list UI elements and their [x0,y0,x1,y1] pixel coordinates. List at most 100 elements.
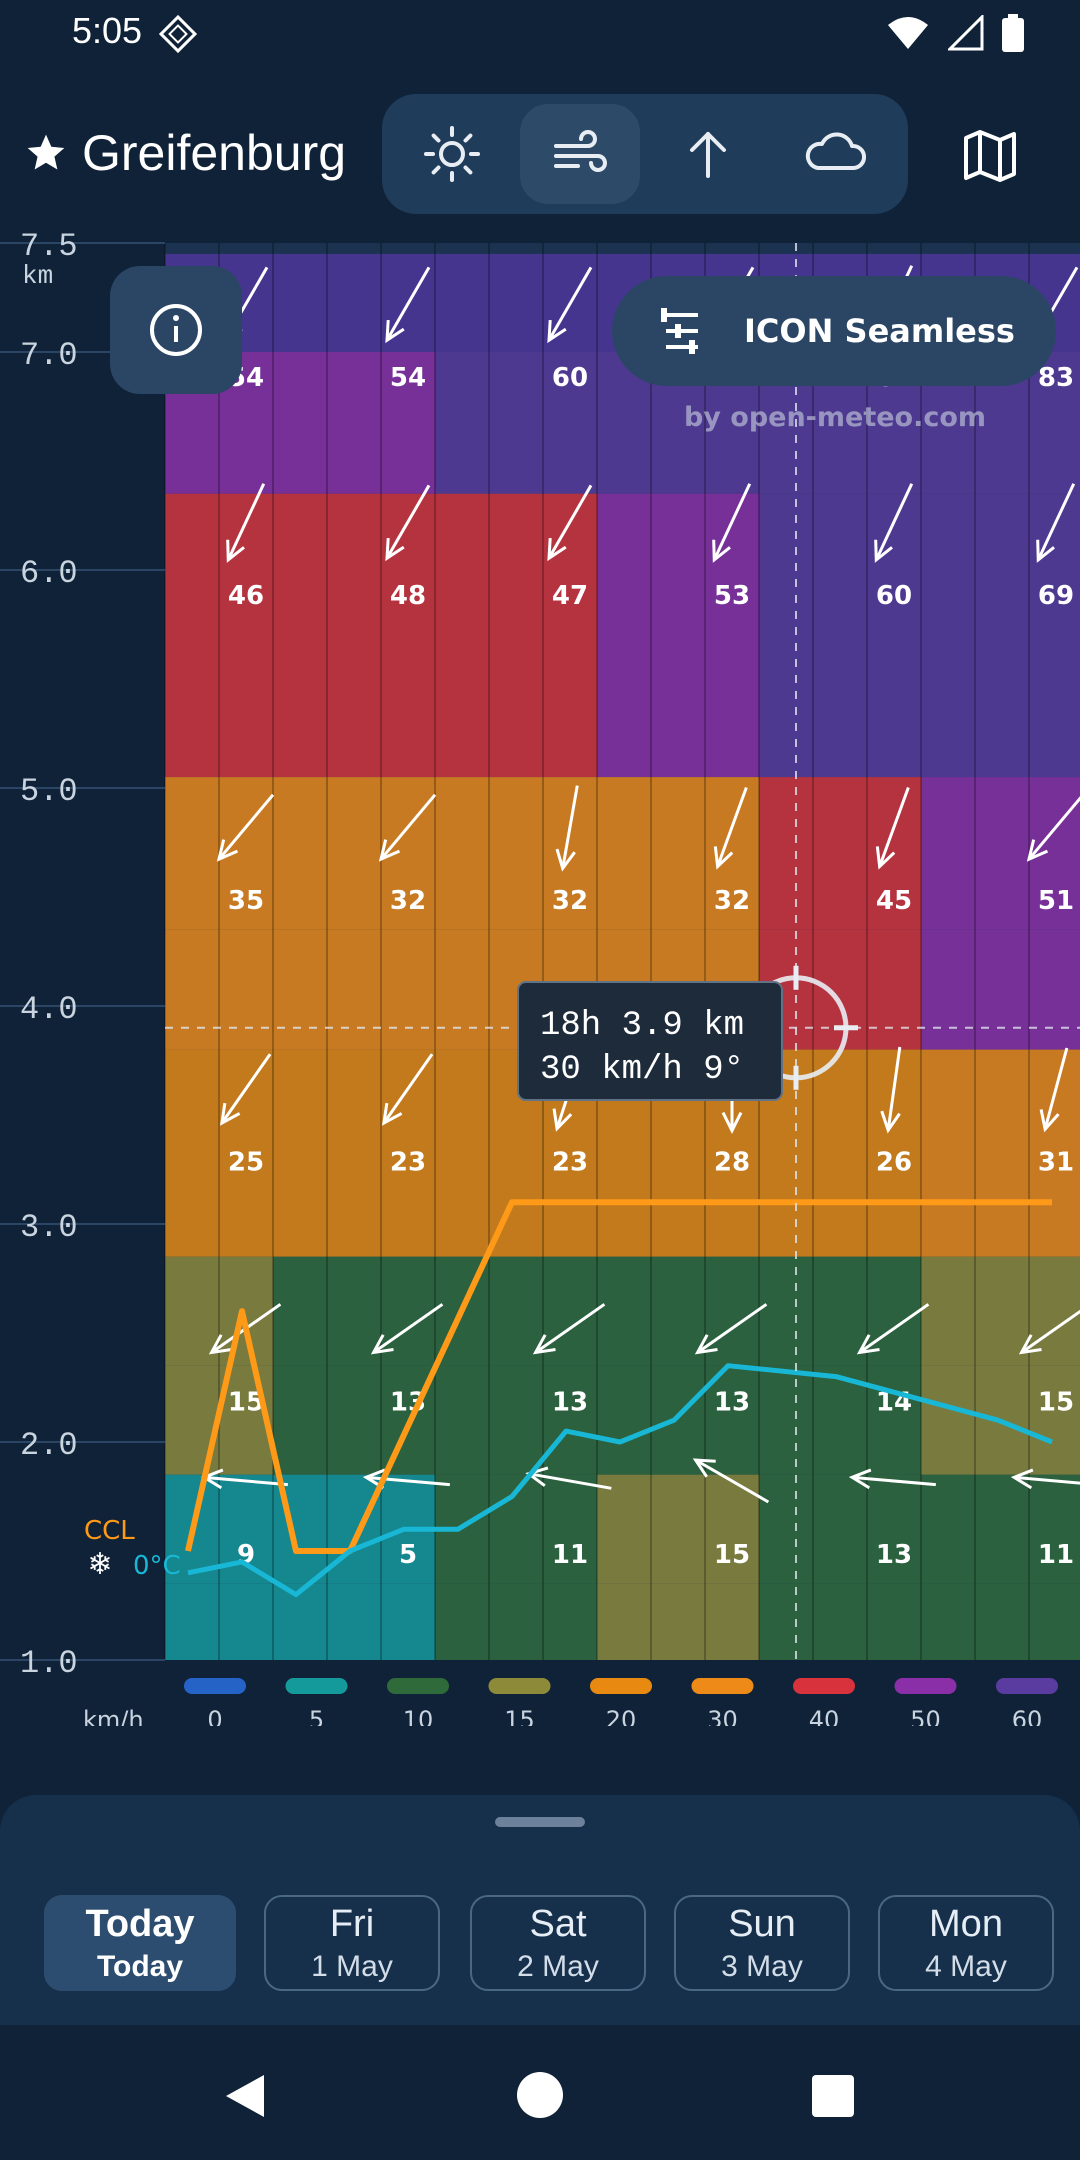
location-name: Greifenburg [82,125,347,181]
signal-icon [948,15,984,51]
heatmap-cell [273,1169,435,1257]
mode-wind-button[interactable] [520,104,640,204]
sun-icon [424,126,480,182]
heatmap-cell [435,1169,597,1257]
heatmap-cell [921,1256,1080,1366]
day-tab-date: 1 May [311,1950,393,1983]
wind-speed-label: 15 [1038,1387,1074,1417]
legend-label: 0 [207,1706,222,1726]
day-tab-sat[interactable]: Sat 2 May [470,1895,646,1991]
day-selector-sheet: Today Today Fri 1 May Sat 2 May Sun 3 May Mon 4 M… [0,1795,1080,2025]
location-selector[interactable]: Greifenburg [24,124,346,182]
wind-speed-label: 54 [390,363,426,393]
mode-sun-button[interactable] [392,104,512,204]
legend-label: 5 [309,1706,324,1726]
legend-label: 50 [910,1706,941,1726]
legend-label: 20 [606,1706,637,1726]
status-time: 5:05 [72,10,143,51]
sheet-handle[interactable] [495,1817,585,1827]
legend-label: 10 [403,1706,434,1726]
heatmap-cell [597,1583,759,1660]
day-tab-date: 2 May [517,1950,599,1983]
notification-icon [158,14,198,54]
wind-speed-label: 32 [552,886,588,916]
heatmap-cell [921,1583,1080,1660]
wind-speed-label: 48 [390,581,426,611]
wind-speed-label: 26 [876,1148,912,1178]
y-tick-label: 4.0 [20,991,78,1028]
wind-speed-label: 23 [390,1148,426,1178]
attribution-text: by open-meteo.com [684,402,986,433]
heatmap-cell [759,1256,921,1366]
legend-swatch [387,1678,449,1694]
map-button[interactable] [950,116,1030,196]
recents-icon[interactable] [812,2075,854,2117]
tooltip-line-2: 30 km/h 9° [540,1051,744,1089]
wind-speed-label: 45 [876,886,912,916]
legend-swatch [894,1678,957,1694]
wind-speed-label: 25 [228,1148,264,1178]
wind-speed-label: 60 [552,363,588,393]
system-nav-bar [0,2025,1080,2160]
tooltip-line-1: 18h 3.9 km [540,1007,744,1045]
wind-speed-label: 69 [1038,581,1074,611]
heatmap-cell [273,929,435,1050]
day-tab-weekday: Sat [529,1903,587,1945]
tune-icon-knob [689,340,695,354]
wind-speed-label: 83 [1038,363,1074,393]
legend-swatch [285,1678,348,1694]
tune-icon-knob [661,308,667,322]
ccl-label: CCL [84,1516,135,1546]
wind-speed-label: 51 [1038,886,1074,916]
wind-speed-label: 32 [390,886,426,916]
info-icon-stem [174,326,178,342]
legend-swatch [691,1678,754,1694]
mode-cloud-button[interactable] [776,104,896,204]
wind-speed-label: 5 [399,1540,417,1570]
wind-speed-label: 35 [228,886,264,916]
legend-label: 15 [504,1706,535,1726]
wind-speed-label: 11 [552,1540,588,1570]
arrow-up-icon [690,132,726,178]
day-tab-sun[interactable]: Sun 3 May [674,1895,850,1991]
day-tab-date: 4 May [925,1950,1007,1983]
legend-swatch [184,1678,246,1694]
heatmap-cell [921,1169,1080,1257]
snowflake-icon: ❄ [87,1547,112,1582]
home-icon[interactable] [516,2071,564,2119]
heatmap-cell [921,624,1080,778]
heatmap-cell [759,1365,921,1475]
wind-speed-label: 46 [228,581,264,611]
wind-speed-label: 13 [876,1540,912,1570]
day-tab-weekday: Mon [929,1903,1003,1945]
heatmap-cell [759,929,921,1050]
wind-speed-label: 28 [714,1148,750,1178]
day-tab-date: 3 May [721,1950,803,1983]
wind-chart[interactable]: 7.57.06.05.04.03.02.01.0km54546072628346… [0,226,1080,1726]
y-tick-label: 7.0 [20,337,78,374]
tune-icon-knob [675,324,681,338]
wind-speed-label: 31 [1038,1148,1074,1178]
freezing-label: 0°C [133,1551,181,1581]
wind-speed-label: 60 [876,581,912,611]
back-icon[interactable] [222,2073,268,2119]
day-tab-today[interactable]: Today Today [44,1895,236,1991]
heatmap-cell [759,1583,921,1660]
wind-speed-label: 53 [714,581,750,611]
heatmap-cell [597,1365,759,1475]
star-icon [27,134,65,170]
map-icon [964,130,1016,182]
day-tab-fri[interactable]: Fri 1 May [264,1895,440,1991]
mode-selector [382,94,908,214]
top-bar: Greifenburg [0,88,1080,220]
mode-arrow-up-button[interactable] [648,104,768,204]
heatmap-cell [435,624,597,778]
heatmap-cell [273,624,435,778]
status-bar: 5:05 [0,0,1080,64]
legend-swatch [488,1678,551,1694]
legend-label: 40 [809,1706,840,1726]
day-tab-mon[interactable]: Mon 4 May [878,1895,1054,1991]
day-tab-weekday: Today [85,1903,195,1945]
heatmap-cell [597,624,759,778]
wind-speed-label: 32 [714,886,750,916]
